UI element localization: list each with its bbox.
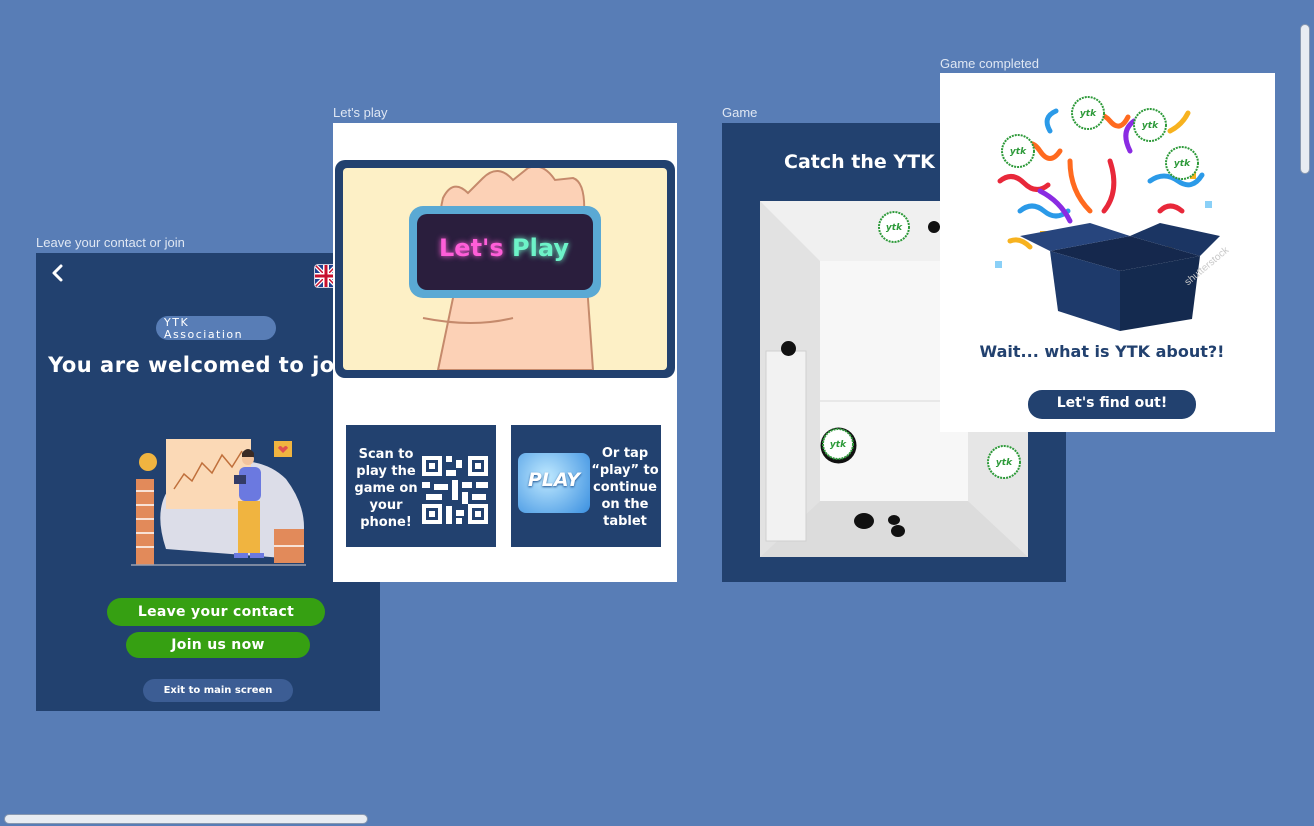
scan-text: Scan to play the game on your phone! bbox=[354, 447, 418, 530]
scan-card: Scan to play the game on your phone! bbox=[346, 425, 496, 547]
tap-card: PLAY Or tap “play” to continue on the ta… bbox=[511, 425, 661, 547]
contact-screen: YTK Association You are welcomed to join… bbox=[36, 253, 380, 711]
black-dot[interactable] bbox=[854, 513, 874, 529]
game-title: Catch the YTK l bbox=[784, 151, 948, 173]
exit-main-screen-button[interactable]: Exit to main screen bbox=[143, 679, 293, 702]
ytk-logo-target[interactable]: ytk bbox=[820, 427, 857, 464]
association-badge: YTK Association bbox=[156, 316, 276, 341]
analyst-illustration bbox=[126, 429, 311, 569]
game-completed-screen: ytk ytk ytk ytk shutterstock Wait... what i… bbox=[940, 73, 1275, 432]
welcome-title: You are welcomed to join! bbox=[48, 353, 368, 377]
frame-label-lets-play: Let's play bbox=[333, 105, 388, 120]
play-button[interactable]: PLAY bbox=[518, 453, 590, 513]
horizontal-scrollbar[interactable] bbox=[4, 814, 368, 824]
svg-text:ytk: ytk bbox=[1080, 109, 1097, 119]
svg-text:ytk: ytk bbox=[886, 223, 903, 233]
lets-play-banner: Let's Play bbox=[335, 160, 675, 378]
tap-text: Or tap “play” to continue on the tablet bbox=[591, 446, 659, 529]
black-dot[interactable] bbox=[928, 221, 940, 233]
svg-text:ytk: ytk bbox=[1174, 159, 1191, 169]
svg-text:ytk: ytk bbox=[830, 440, 847, 450]
black-dot[interactable] bbox=[888, 515, 900, 525]
chevron-left-icon[interactable] bbox=[46, 261, 70, 285]
vertical-scrollbar[interactable] bbox=[1300, 24, 1310, 174]
play-text: Play bbox=[512, 234, 569, 262]
qr-code-icon bbox=[422, 456, 488, 524]
svg-text:ytk: ytk bbox=[996, 458, 1013, 468]
ytk-logo-target[interactable]: ytk bbox=[987, 445, 1021, 479]
black-dot[interactable] bbox=[891, 525, 905, 537]
find-out-button[interactable]: Let's find out! bbox=[1028, 390, 1196, 419]
lets-play-screen: Let's Play Scan to play the game on your… bbox=[333, 123, 677, 582]
frame-label-contact: Leave your contact or join bbox=[36, 235, 185, 250]
lets-text: Let's bbox=[439, 234, 504, 262]
svg-text:ytk: ytk bbox=[1142, 121, 1159, 131]
svg-text:ytk: ytk bbox=[1010, 147, 1027, 157]
frame-label-game-completed: Game completed bbox=[940, 56, 1039, 71]
ytk-logo-target[interactable]: ytk bbox=[878, 211, 910, 243]
gift-box-confetti-illustration: ytk ytk ytk ytk shutterstock bbox=[980, 91, 1240, 341]
completion-message: Wait... what is YTK about?! bbox=[979, 342, 1225, 361]
leave-contact-button[interactable]: Leave your contact bbox=[107, 598, 325, 626]
frame-label-game: Game bbox=[722, 105, 758, 120]
join-now-button[interactable]: Join us now bbox=[126, 632, 310, 658]
black-dot[interactable] bbox=[781, 341, 796, 356]
